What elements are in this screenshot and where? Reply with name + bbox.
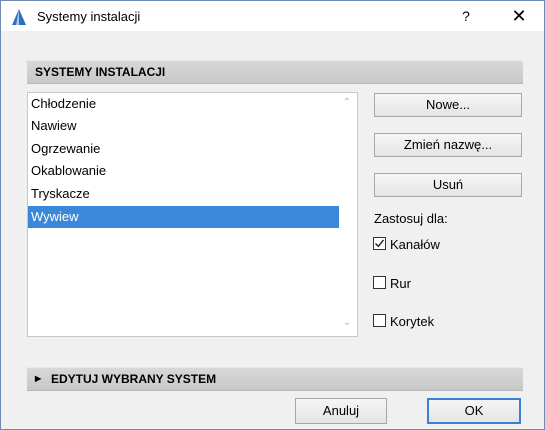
title-bar: Systemy instalacji ? ✕ [1, 1, 544, 31]
list-item[interactable]: Okablowanie [28, 160, 339, 182]
list-item[interactable]: Ogrzewanie [28, 138, 339, 160]
archicad-logo-icon [10, 8, 28, 26]
close-button[interactable]: ✕ [504, 5, 534, 27]
window-title: Systemy instalacji [37, 9, 141, 24]
list-item[interactable]: Nawiew [28, 115, 339, 137]
close-icon: ✕ [511, 6, 527, 26]
checkbox-channels[interactable] [373, 237, 386, 250]
section-title: EDYTUJ WYBRANY SYSTEM [51, 372, 217, 386]
new-button[interactable]: Nowe... [374, 93, 522, 117]
apply-for-label: Zastosuj dla: [374, 211, 448, 226]
checkbox-label[interactable]: Rur [390, 276, 411, 291]
section-header-edit-system[interactable]: ▶ EDYTUJ WYBRANY SYSTEM [27, 367, 523, 391]
scroll-down-icon[interactable]: ⌄ [341, 317, 353, 329]
checkbox-label[interactable]: Kanałów [390, 237, 440, 252]
dialog-window: Systemy instalacji ? ✕ SYSTEMY INSTALACJ… [0, 0, 545, 430]
ok-button[interactable]: OK [427, 398, 521, 424]
cancel-button[interactable]: Anuluj [295, 398, 387, 424]
list-item-selected[interactable]: Wywiew [28, 206, 339, 228]
section-header-systems: SYSTEMY INSTALACJI [27, 60, 523, 84]
expand-triangle-icon: ▶ [35, 374, 42, 383]
help-button[interactable]: ? [454, 5, 478, 27]
list-item[interactable]: Chłodzenie [28, 93, 339, 115]
scroll-up-icon[interactable]: ⌃ [341, 97, 353, 109]
checkbox-trays[interactable] [373, 314, 386, 327]
systems-listbox[interactable]: Chłodzenie Nawiew Ogrzewanie Okablowanie… [27, 92, 358, 337]
rename-button[interactable]: Zmień nazwę... [374, 133, 522, 157]
list-item[interactable]: Tryskacze [28, 183, 339, 205]
checkbox-pipes[interactable] [373, 276, 386, 289]
delete-button[interactable]: Usuń [374, 173, 522, 197]
check-icon [375, 239, 385, 248]
section-title: SYSTEMY INSTALACJI [35, 65, 166, 79]
checkbox-label[interactable]: Korytek [390, 314, 434, 329]
